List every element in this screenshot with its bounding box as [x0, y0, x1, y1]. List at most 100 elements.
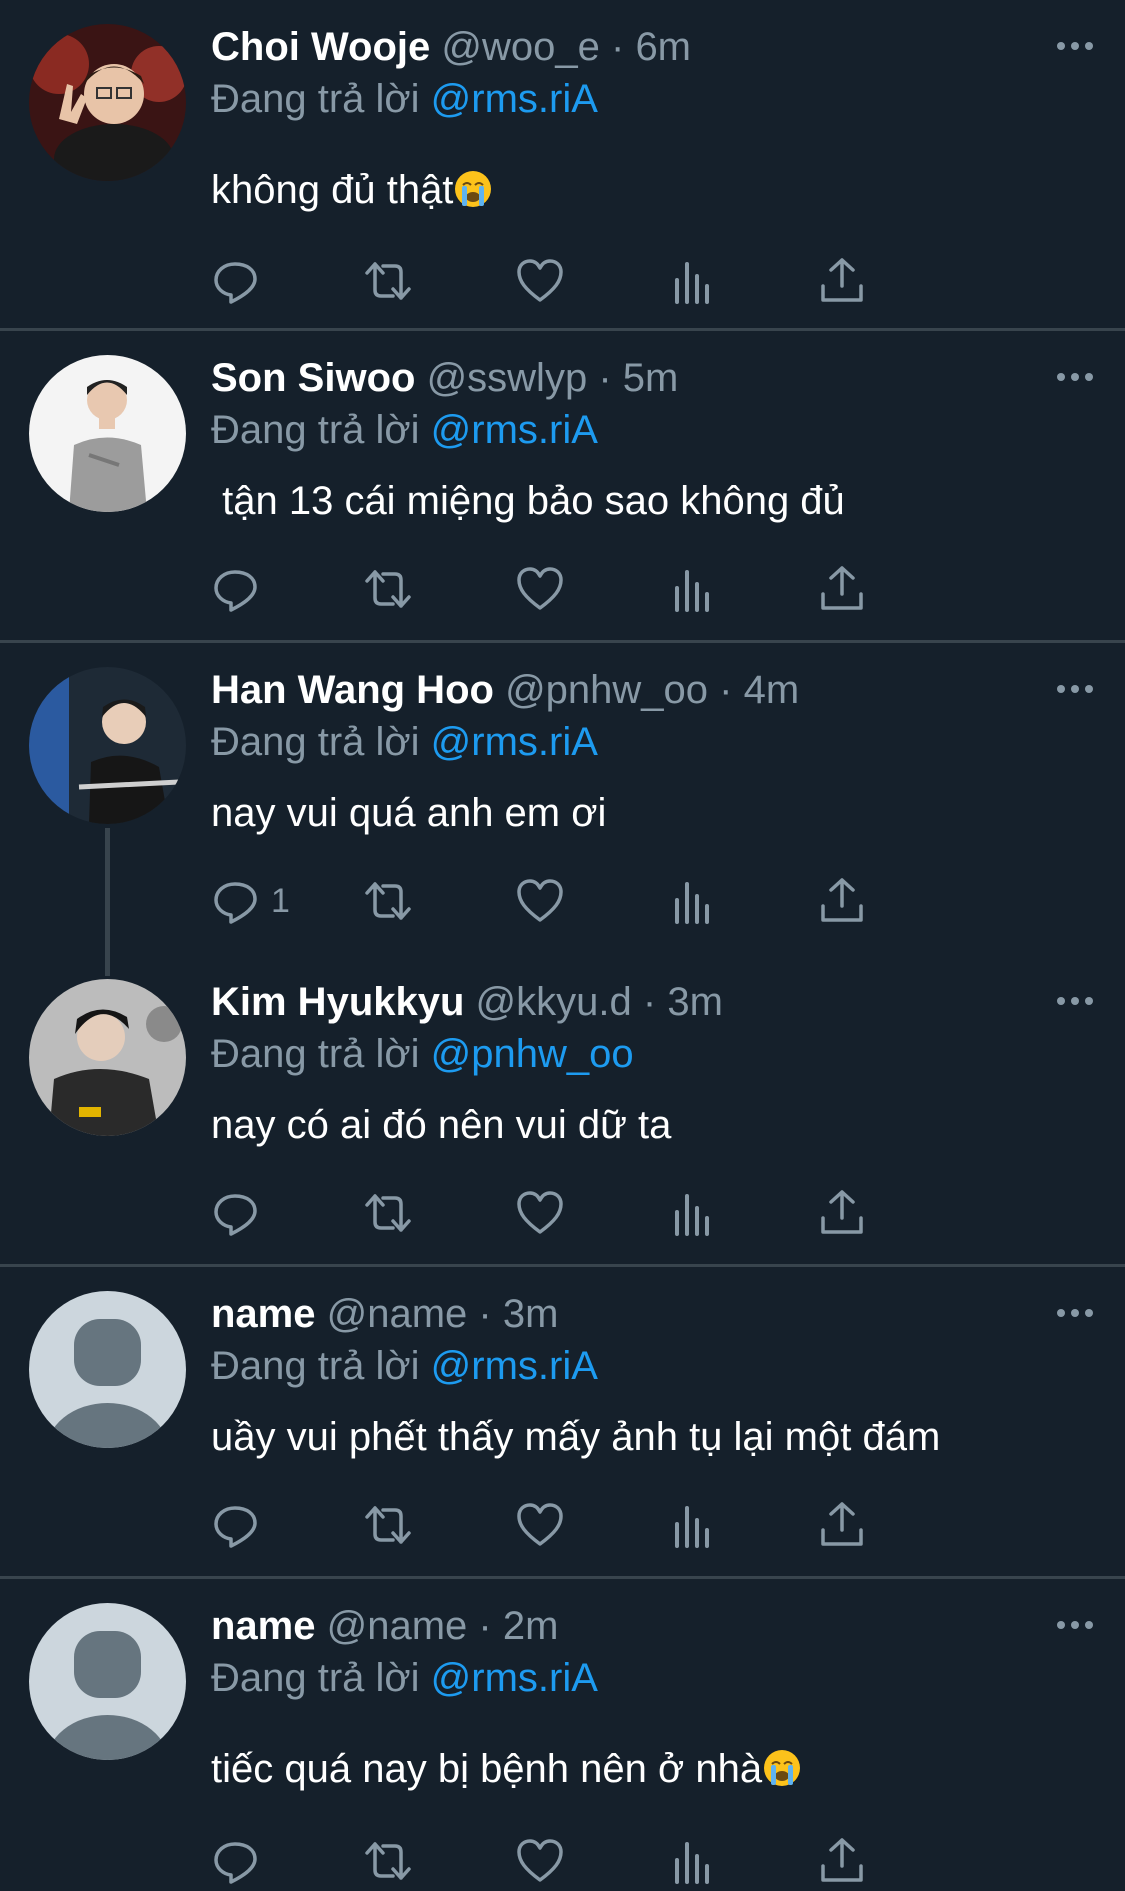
tweet-6[interactable]: name @name · 2m Đang trả lời @rms.riA ti… [0, 1579, 1125, 1884]
share-button[interactable] [817, 871, 867, 931]
tweet-header: Kim Hyukkyu @kkyu.d · 3m [211, 979, 723, 1025]
like-button[interactable] [515, 871, 565, 931]
like-icon [517, 1503, 563, 1546]
reply-button[interactable] [211, 559, 271, 619]
views-button[interactable] [667, 1183, 717, 1243]
reply-prefix: Đang trả lời [211, 720, 420, 764]
avatar[interactable] [29, 24, 186, 181]
avatar-photo [29, 355, 186, 512]
timestamp[interactable]: 5m [623, 356, 679, 400]
retweet-button[interactable] [363, 1495, 413, 1555]
reply-button[interactable] [211, 1183, 271, 1243]
more-icon[interactable] [1055, 36, 1095, 56]
action-bar [211, 1495, 1001, 1555]
share-button[interactable] [817, 559, 867, 619]
reply-button[interactable]: 1 [211, 871, 290, 931]
author-name[interactable]: Son Siwoo [211, 356, 415, 400]
author-handle[interactable]: @woo_e [441, 25, 599, 69]
tweet-3[interactable]: Han Wang Hoo @pnhw_oo · 4m Đang trả lời … [0, 643, 1125, 955]
tweet-header: Son Siwoo @sswlyp · 5m [211, 355, 678, 401]
action-bar [211, 559, 1001, 619]
avatar[interactable] [29, 979, 186, 1136]
reply-to-link[interactable]: @rms.riA [431, 408, 598, 452]
more-icon[interactable] [1055, 367, 1095, 387]
retweet-icon [365, 1842, 411, 1880]
reply-to-link[interactable]: @rms.riA [431, 1656, 598, 1700]
retweet-button[interactable] [363, 1183, 413, 1243]
author-name[interactable]: name [211, 1604, 316, 1648]
separator: · [610, 25, 625, 69]
share-button[interactable] [817, 1831, 867, 1891]
avatar[interactable] [29, 355, 186, 512]
author-handle[interactable]: @name [327, 1292, 468, 1336]
author-name[interactable]: Kim Hyukkyu [211, 980, 464, 1024]
tweet-1[interactable]: Choi Wooje @woo_e · 6m Đang trả lời @rms… [0, 0, 1125, 328]
views-button[interactable] [667, 871, 717, 931]
share-button[interactable] [817, 1183, 867, 1243]
reply-button[interactable] [211, 251, 271, 311]
separator: · [478, 1604, 492, 1648]
like-button[interactable] [515, 1183, 565, 1243]
timestamp[interactable]: 2m [503, 1604, 559, 1648]
reply-to-link[interactable]: @pnhw_oo [431, 1032, 634, 1076]
avatar[interactable] [29, 667, 186, 824]
tweet-5[interactable]: name @name · 3m Đang trả lời @rms.riA uầ… [0, 1267, 1125, 1577]
timestamp[interactable]: 4m [744, 668, 800, 712]
avatar[interactable] [29, 1603, 186, 1760]
author-name[interactable]: Choi Wooje [211, 25, 430, 69]
views-button[interactable] [667, 251, 717, 311]
reply-button[interactable] [211, 1831, 271, 1891]
author-handle[interactable]: @kkyu.d [476, 980, 632, 1024]
retweet-button[interactable] [363, 559, 413, 619]
author-handle[interactable]: @name [327, 1604, 468, 1648]
views-button[interactable] [667, 1495, 717, 1555]
tweet-header: Choi Wooje @woo_e · 6m [211, 24, 691, 70]
tweet-text: tận 13 cái miệng bảo sao không đủ [211, 479, 845, 523]
reply-to-link[interactable]: @rms.riA [431, 77, 598, 121]
timestamp[interactable]: 3m [503, 1292, 559, 1336]
action-bar [211, 1831, 1001, 1891]
author-handle[interactable]: @sswlyp [427, 356, 588, 400]
tweet-text: nay vui quá anh em ơi [211, 791, 607, 835]
like-button[interactable] [515, 251, 565, 311]
views-button[interactable] [667, 559, 717, 619]
tweet-2[interactable]: Son Siwoo @sswlyp · 5m Đang trả lời @rms… [0, 331, 1125, 642]
views-icon [675, 1842, 709, 1884]
author-name[interactable]: name [211, 1292, 316, 1336]
crying-face-icon [455, 171, 492, 207]
avatar[interactable] [29, 1291, 186, 1448]
share-icon [821, 258, 863, 302]
reply-to-link[interactable]: @rms.riA [431, 720, 598, 764]
views-icon [675, 262, 709, 304]
reply-icon [214, 570, 257, 612]
more-icon[interactable] [1055, 1303, 1095, 1323]
separator: · [598, 356, 612, 400]
retweet-button[interactable] [363, 1831, 413, 1891]
reply-to-link[interactable]: @rms.riA [431, 1344, 598, 1388]
more-icon[interactable] [1055, 679, 1095, 699]
retweet-button[interactable] [363, 251, 413, 311]
share-button[interactable] [817, 1495, 867, 1555]
more-icon[interactable] [1055, 991, 1095, 1011]
tweet-4[interactable]: Kim Hyukkyu @kkyu.d · 3m Đang trả lời @p… [0, 955, 1125, 1265]
share-icon [821, 1502, 863, 1546]
timestamp[interactable]: 3m [667, 980, 723, 1024]
tweet-text: uầy vui phết thấy mấy ảnh tụ lại một đám [211, 1415, 941, 1459]
reply-button[interactable] [211, 1495, 271, 1555]
views-button[interactable] [667, 1831, 717, 1891]
action-bar: 1 [211, 871, 1001, 931]
timestamp[interactable]: 6m [635, 25, 691, 69]
reply-prefix: Đang trả lời [211, 408, 420, 452]
crying-face-icon [764, 1750, 801, 1786]
like-button[interactable] [515, 1831, 565, 1891]
author-name[interactable]: Han Wang Hoo [211, 668, 494, 712]
retweet-button[interactable] [363, 871, 413, 931]
share-button[interactable] [817, 251, 867, 311]
like-button[interactable] [515, 559, 565, 619]
reply-context: Đang trả lời @rms.riA [211, 719, 598, 765]
share-icon [821, 1190, 863, 1234]
more-icon[interactable] [1055, 1615, 1095, 1635]
author-handle[interactable]: @pnhw_oo [505, 668, 708, 712]
like-icon [517, 879, 563, 922]
like-button[interactable] [515, 1495, 565, 1555]
